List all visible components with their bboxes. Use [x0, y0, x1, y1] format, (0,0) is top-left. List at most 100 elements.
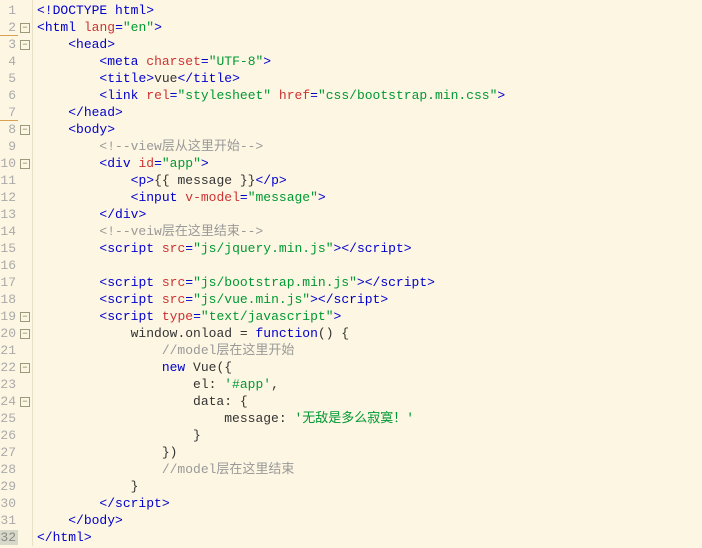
line-number: 14	[0, 224, 18, 239]
gutter-row: 22−	[0, 359, 32, 376]
code-line: //model层在这里开始	[37, 342, 702, 359]
code-line: <input v-model="message">	[37, 189, 702, 206]
fold-spacer	[20, 431, 30, 441]
gutter-row: 25	[0, 410, 32, 427]
line-number: 21	[0, 343, 18, 358]
fold-spacer	[20, 193, 30, 203]
gutter-row: 15	[0, 240, 32, 257]
line-number: 28	[0, 462, 18, 477]
gutter-row: 29	[0, 478, 32, 495]
gutter-row: 8−	[0, 121, 32, 138]
fold-spacer	[20, 414, 30, 424]
line-number: 22	[0, 360, 18, 375]
line-number: 25	[0, 411, 18, 426]
fold-toggle-icon[interactable]: −	[20, 397, 30, 407]
code-line: })	[37, 444, 702, 461]
code-line: </div>	[37, 206, 702, 223]
line-number: 30	[0, 496, 18, 511]
code-area[interactable]: <!DOCTYPE html> <html lang="en"> <head> …	[33, 0, 702, 546]
line-number: 4	[0, 54, 18, 69]
gutter-row: 3−	[0, 36, 32, 53]
line-number: 11	[0, 173, 18, 188]
gutter-row: 23	[0, 376, 32, 393]
fold-toggle-icon[interactable]: −	[20, 125, 30, 135]
gutter-row: 20−	[0, 325, 32, 342]
code-line: <head>	[37, 36, 702, 53]
fold-spacer	[20, 210, 30, 220]
line-number: 13	[0, 207, 18, 222]
gutter-row: 28	[0, 461, 32, 478]
fold-toggle-icon[interactable]: −	[20, 40, 30, 50]
code-line: new Vue({	[37, 359, 702, 376]
gutter-row: 24−	[0, 393, 32, 410]
fold-spacer	[20, 108, 30, 118]
code-line: data: {	[37, 393, 702, 410]
code-line: <div id="app">	[37, 155, 702, 172]
code-line: <script src="js/bootstrap.min.js"></scri…	[37, 274, 702, 291]
line-number: 15	[0, 241, 18, 256]
fold-toggle-icon[interactable]: −	[20, 329, 30, 339]
gutter-row: 5	[0, 70, 32, 87]
code-line: }	[37, 427, 702, 444]
fold-spacer	[20, 516, 30, 526]
fold-toggle-icon[interactable]: −	[20, 363, 30, 373]
line-number: 12	[0, 190, 18, 205]
line-number: 31	[0, 513, 18, 528]
fold-spacer	[20, 448, 30, 458]
code-line: <!DOCTYPE html>	[37, 2, 702, 19]
gutter-row: 7	[0, 104, 32, 121]
line-number: 8	[0, 122, 18, 137]
gutter-row: 4	[0, 53, 32, 70]
fold-toggle-icon[interactable]: −	[20, 23, 30, 33]
line-number: 3	[0, 37, 18, 52]
code-line: window.onload = function() {	[37, 325, 702, 342]
gutter-row: 30	[0, 495, 32, 512]
line-number: 18	[0, 292, 18, 307]
gutter-row: 26	[0, 427, 32, 444]
line-number: 32	[0, 530, 18, 545]
fold-spacer	[20, 227, 30, 237]
code-line: el: '#app',	[37, 376, 702, 393]
fold-spacer	[20, 465, 30, 475]
code-line: <link rel="stylesheet" href="css/bootstr…	[37, 87, 702, 104]
gutter-row: 13	[0, 206, 32, 223]
code-editor[interactable]: 12−3−45678−910−111213141516171819−20−212…	[0, 0, 702, 546]
code-line: <!--view层从这里开始-->	[37, 138, 702, 155]
gutter-row: 16	[0, 257, 32, 274]
code-line: <script src="js/vue.min.js"></script>	[37, 291, 702, 308]
line-number: 17	[0, 275, 18, 290]
line-number: 10	[0, 156, 18, 171]
code-line: <html lang="en">	[37, 19, 702, 36]
line-number: 6	[0, 88, 18, 103]
code-line: </head>	[37, 104, 702, 121]
line-number: 9	[0, 139, 18, 154]
line-number: 1	[0, 3, 18, 18]
code-line: </script>	[37, 495, 702, 512]
code-line	[37, 257, 702, 274]
code-line: <!--veiw层在这里结束-->	[37, 223, 702, 240]
line-number: 26	[0, 428, 18, 443]
code-line: <script src="js/jquery.min.js"></script>	[37, 240, 702, 257]
line-number: 2	[0, 20, 18, 36]
fold-spacer	[20, 74, 30, 84]
fold-spacer	[20, 533, 30, 543]
code-line: </html>	[37, 529, 702, 546]
line-number: 24	[0, 394, 18, 409]
fold-toggle-icon[interactable]: −	[20, 159, 30, 169]
code-line: </body>	[37, 512, 702, 529]
gutter-row: 27	[0, 444, 32, 461]
fold-toggle-icon[interactable]: −	[20, 312, 30, 322]
fold-spacer	[20, 91, 30, 101]
fold-spacer	[20, 176, 30, 186]
code-line: <p>{{ message }}</p>	[37, 172, 702, 189]
fold-spacer	[20, 346, 30, 356]
code-line: <body>	[37, 121, 702, 138]
line-number: 23	[0, 377, 18, 392]
code-line: <script type="text/javascript">	[37, 308, 702, 325]
gutter-row: 32	[0, 529, 32, 546]
fold-spacer	[20, 142, 30, 152]
line-number: 5	[0, 71, 18, 86]
line-number: 19	[0, 309, 18, 324]
gutter-row: 14	[0, 223, 32, 240]
code-line: <title>vue</title>	[37, 70, 702, 87]
